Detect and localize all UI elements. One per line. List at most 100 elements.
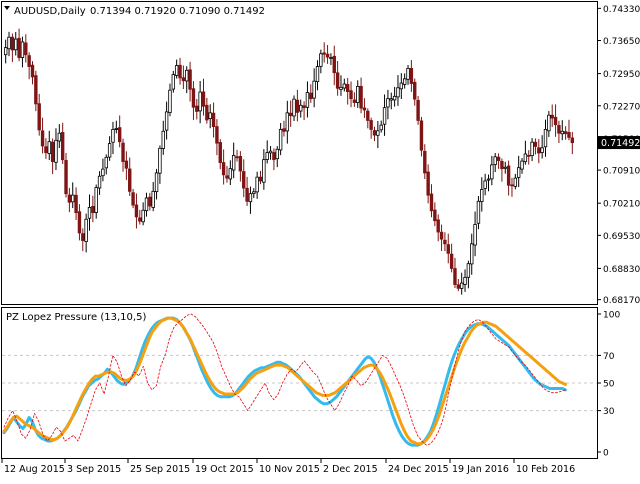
price-tick-label: 0.68170: [603, 296, 640, 306]
ohlc-values: 0.71394 0.71920 0.71090 0.71492: [90, 6, 265, 17]
candle-body: [168, 89, 172, 113]
candle-body: [131, 192, 135, 206]
candle-body: [392, 95, 397, 101]
candle-body: [205, 104, 209, 121]
price-tick-label: 0.70910: [603, 167, 640, 177]
candle-body: [516, 167, 521, 178]
candle-body: [423, 150, 427, 174]
symbol-timeframe-label: AUDUSD,Daily: [14, 6, 86, 17]
candle-body: [87, 207, 92, 219]
time-tick-label: 3 Sep 2015: [67, 464, 121, 475]
candle-body: [466, 263, 471, 278]
time-tick-label: 10 Nov 2015: [259, 464, 320, 475]
candle-body: [20, 41, 25, 58]
candle-body: [218, 142, 222, 163]
candle-body: [560, 130, 564, 135]
candle-body: [493, 156, 497, 165]
candle-body: [134, 204, 139, 218]
candle-body: [117, 127, 122, 143]
candle-body: [40, 130, 45, 147]
candle-body: [496, 156, 501, 162]
candle-body: [382, 107, 387, 125]
candle-body: [567, 132, 571, 138]
candle-body: [128, 168, 132, 192]
candle-body: [480, 189, 484, 203]
indicator-title: PZ Lopez Pressure (13,10,5): [6, 312, 146, 323]
candle-body: [463, 277, 467, 285]
candle-body: [312, 80, 316, 99]
candle-body: [500, 160, 504, 170]
candle-body: [47, 141, 51, 154]
candle-body: [409, 68, 414, 84]
candle-body: [503, 166, 507, 169]
candle-body: [520, 160, 524, 170]
candle-body: [195, 105, 199, 112]
candle-body: [282, 128, 286, 132]
chart-window[interactable]: 0.743300.736500.729500.722700.715800.709…: [0, 0, 640, 480]
candle-body: [228, 168, 233, 180]
candle-body: [37, 103, 41, 131]
candle-body: [513, 177, 518, 187]
candle-body: [158, 147, 162, 174]
candle-body: [198, 91, 202, 112]
candle-body: [433, 209, 437, 222]
candle-body: [376, 130, 380, 136]
candle-body: [399, 82, 404, 90]
candle-body: [446, 244, 450, 254]
candle-body: [322, 52, 326, 55]
candle-body: [459, 282, 464, 289]
candle-body: [161, 130, 165, 149]
candle-body: [506, 165, 511, 186]
candle-body: [44, 146, 48, 153]
candle-body: [138, 217, 142, 222]
candle-body: [252, 191, 256, 194]
candle-body: [449, 253, 454, 269]
candle-body: [413, 81, 417, 100]
candle-body: [439, 231, 444, 240]
candle-body: [50, 141, 55, 162]
candle-body: [319, 53, 323, 67]
candle-body: [315, 66, 320, 83]
price-axis: 0.743300.736500.729500.722700.715800.709…: [597, 5, 640, 306]
candle-body: [242, 171, 246, 189]
candle-body: [258, 176, 263, 182]
current-price-label: 0.71492: [601, 138, 640, 149]
candle-body: [235, 156, 239, 159]
candle-body: [443, 239, 447, 245]
candle-body: [185, 69, 189, 82]
candle-body: [262, 159, 266, 183]
candle-body: [510, 184, 514, 187]
indicator-tick-label: 70: [603, 352, 615, 362]
candle-body: [81, 233, 85, 241]
candle-body: [124, 160, 129, 169]
price-panel[interactable]: [1, 1, 598, 305]
candle-body: [473, 224, 477, 246]
time-tick-label: 19 Oct 2015: [195, 464, 254, 475]
candle-body: [215, 126, 219, 144]
candle-body: [295, 99, 300, 113]
candle-body: [211, 112, 216, 127]
candle-body: [10, 36, 15, 51]
candle-body: [406, 68, 410, 80]
candle-body: [164, 111, 169, 131]
candle-body: [486, 178, 491, 181]
candle-body: [288, 112, 293, 117]
candle-body: [154, 172, 159, 193]
candle-body: [483, 180, 487, 189]
candle-body: [77, 211, 82, 234]
candle-body: [302, 105, 306, 109]
candle-body: [547, 114, 551, 132]
price-tick-label: 0.74330: [603, 5, 640, 15]
candle-body: [456, 284, 461, 289]
candle-body: [530, 141, 534, 156]
time-tick-label: 12 Aug 2015: [4, 464, 65, 475]
candle-body: [275, 148, 279, 160]
time-tick-label: 10 Feb 2016: [516, 464, 575, 475]
price-tick-label: 0.72270: [603, 102, 640, 112]
candle-body: [563, 131, 568, 135]
time-tick-label: 19 Jan 2016: [452, 464, 509, 475]
candle-body: [278, 129, 283, 151]
candle-body: [537, 147, 541, 154]
candle-body: [178, 64, 182, 79]
candle-body: [231, 155, 236, 171]
